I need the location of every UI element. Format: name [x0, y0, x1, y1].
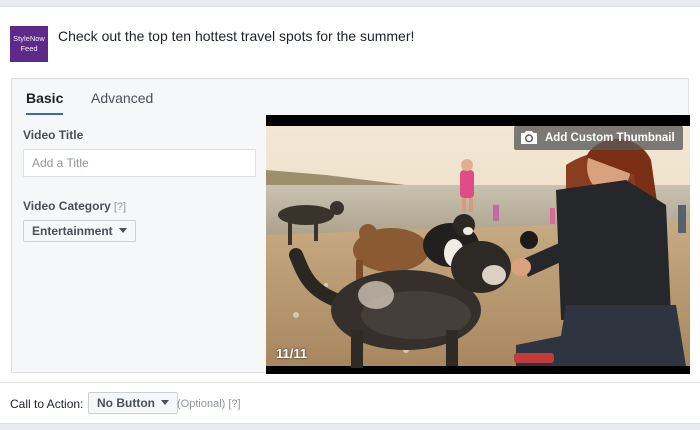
camera-icon: [520, 130, 538, 154]
video-title-input[interactable]: [23, 149, 256, 177]
video-thumbnail-image: [266, 115, 690, 374]
optional-text: (Optional): [177, 398, 226, 410]
optional-note: (Optional) [?]: [177, 398, 241, 410]
video-preview[interactable]: Add Custom Thumbnail 11/11: [266, 115, 690, 374]
video-title-label: Video Title: [23, 128, 84, 142]
add-custom-thumbnail-label: Add Custom Thumbnail: [545, 132, 675, 144]
call-to-action-value: No Button: [97, 396, 155, 410]
avatar-text-line2: Feed: [20, 44, 38, 53]
call-to-action-help[interactable]: [?]: [228, 398, 240, 410]
call-to-action-row: Call to Action: No Button (Optional) [?]: [0, 383, 700, 423]
chevron-down-icon: [118, 228, 127, 233]
top-divider: [0, 0, 700, 7]
video-settings-panel: Basic Advanced Video Title Video Categor…: [11, 78, 690, 374]
avatar[interactable]: StyleNow Feed: [10, 26, 48, 62]
tab-basic[interactable]: Basic: [26, 79, 64, 116]
bottom-divider: [0, 423, 700, 430]
call-to-action-label: Call to Action:: [10, 397, 84, 411]
add-custom-thumbnail-button[interactable]: Add Custom Thumbnail: [514, 126, 683, 150]
post-header: StyleNow Feed Check out the top ten hott…: [0, 7, 700, 77]
video-details-form: Video Title Video Category[?] Entertainm…: [12, 115, 266, 372]
video-category-label-wrap: Video Category [?]: [23, 199, 126, 213]
video-category-value: Entertainment: [32, 224, 113, 238]
frame-counter: 11/11: [276, 346, 308, 361]
video-category-label: Video Category: [23, 199, 111, 213]
avatar-text-line1: StyleNow: [13, 34, 45, 43]
post-composer: StyleNow Feed Check out the top ten hott…: [0, 0, 700, 430]
status-text[interactable]: Check out the top ten hottest travel spo…: [58, 27, 414, 45]
video-category-help[interactable]: [?]: [114, 201, 126, 213]
video-category-select[interactable]: Entertainment: [23, 220, 136, 242]
chevron-down-icon: [160, 400, 169, 405]
tab-bar: Basic Advanced: [12, 79, 688, 116]
tab-advanced[interactable]: Advanced: [91, 79, 153, 115]
call-to-action-select[interactable]: No Button: [88, 392, 178, 414]
